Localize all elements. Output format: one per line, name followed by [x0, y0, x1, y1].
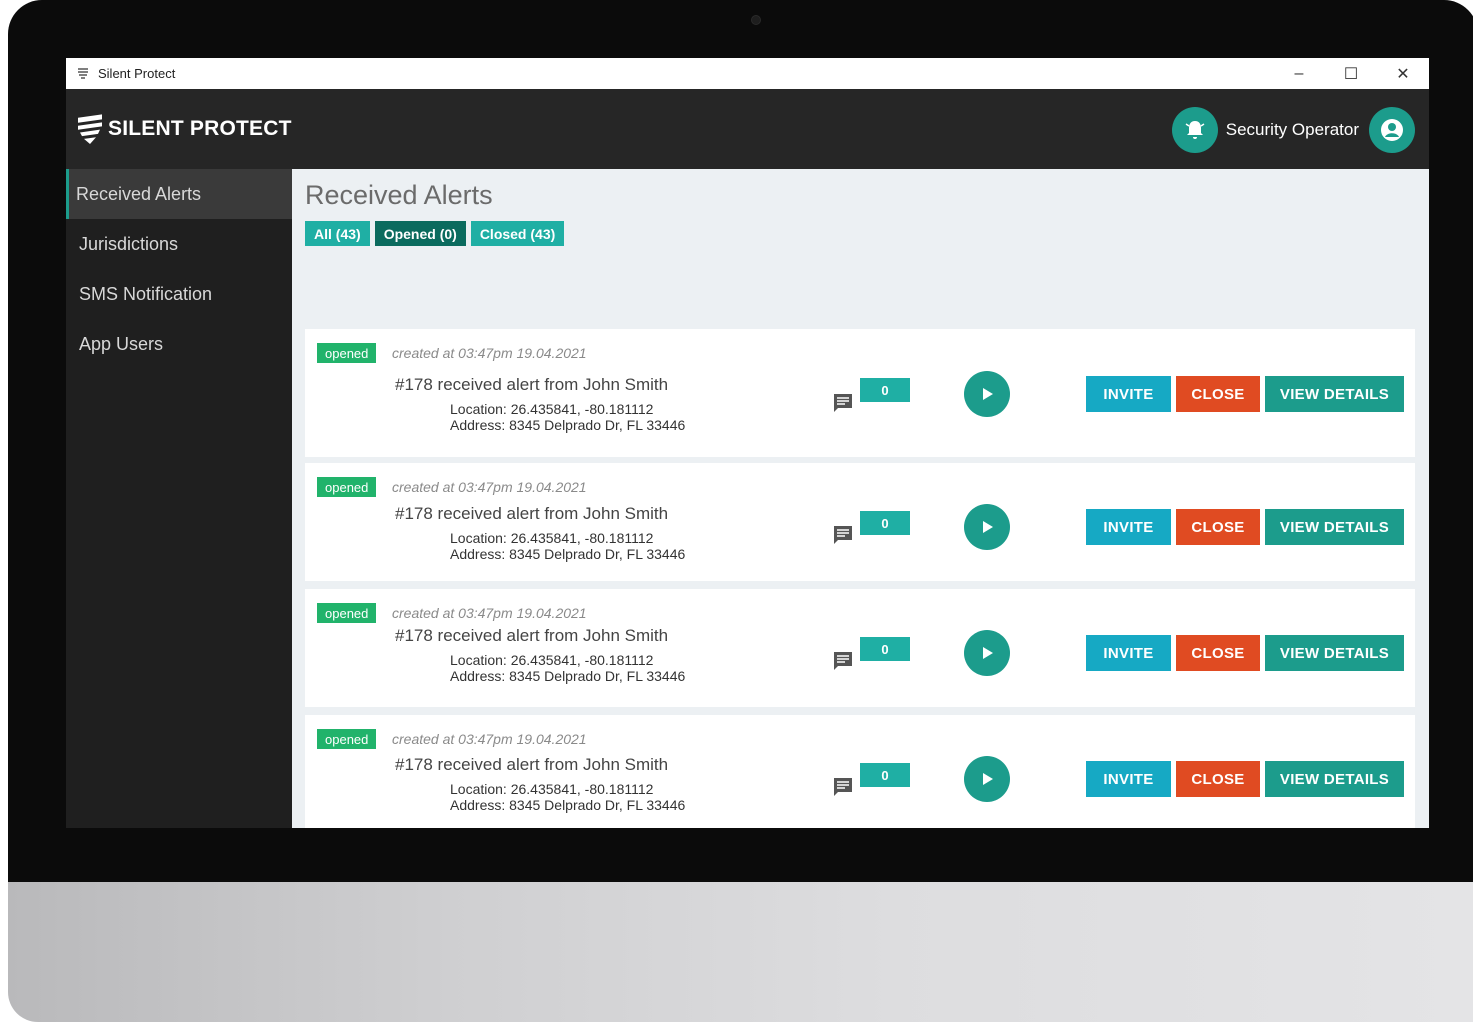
address-text: Address: 8345 Delprado Dr, FL 33446 [450, 797, 686, 813]
minimize-icon[interactable]: – [1273, 58, 1325, 89]
location-text: Location: 26.435841, -80.181112 [450, 401, 654, 417]
sidebar-item-app-users[interactable]: App Users [66, 319, 292, 369]
created-timestamp: created at 03:47pm 19.04.2021 [392, 731, 587, 747]
logo-text: SILENT PROTECT [108, 117, 292, 140]
shield-logo-icon [76, 112, 104, 146]
sidebar-item-sms-notification[interactable]: SMS Notification [66, 269, 292, 319]
alert-title: #178 received alert from John Smith [395, 626, 669, 645]
logo: SILENT PROTECT [76, 112, 292, 146]
alert-card: opened created at 03:47pm 19.04.2021 #17… [305, 715, 1415, 828]
alert-location: Location: 26.435841, -80.181112 Address:… [450, 401, 685, 433]
sidebar: Received Alerts Jurisdictions SMS Notifi… [66, 169, 292, 828]
alert-location: Location: 26.435841, -80.181112 Address:… [450, 781, 685, 813]
alert-title: #178 received alert from John Smith [395, 755, 669, 774]
alert-card: opened created at 03:47pm 19.04.2021 #17… [305, 329, 1415, 457]
location-text: Location: 26.435841, -80.181112 [450, 781, 654, 797]
window-titlebar: Silent Protect – ☐ ✕ [66, 58, 1429, 89]
status-badge: opened [317, 603, 377, 623]
message-icon[interactable] [831, 523, 855, 547]
app-header: SILENT PROTECT Security Operator [66, 89, 1429, 169]
alarm-bell-icon[interactable] [1171, 107, 1218, 153]
close-alert-button[interactable]: CLOSE [1176, 376, 1260, 412]
filter-all[interactable]: All (43) [305, 221, 370, 246]
invite-button[interactable]: INVITE [1086, 761, 1171, 797]
location-text: Location: 26.435841, -80.181112 [450, 530, 654, 546]
alert-actions: INVITE CLOSE VIEW DETAILS [1086, 509, 1404, 545]
view-details-button[interactable]: VIEW DETAILS [1265, 376, 1404, 412]
play-icon[interactable] [964, 756, 1010, 802]
filter-tabs: All (43) Opened (0) Closed (43) [305, 221, 565, 246]
created-timestamp: created at 03:47pm 19.04.2021 [392, 479, 587, 495]
page-title: Received Alerts [305, 180, 493, 210]
user-name[interactable]: Security Operator [1226, 120, 1359, 140]
alert-actions: INVITE CLOSE VIEW DETAILS [1086, 761, 1404, 797]
alert-location: Location: 26.435841, -80.181112 Address:… [450, 530, 685, 562]
maximize-icon[interactable]: ☐ [1325, 58, 1377, 89]
alert-location: Location: 26.435841, -80.181112 Address:… [450, 652, 685, 684]
filter-closed[interactable]: Closed (43) [470, 221, 565, 246]
message-count[interactable]: 0 [860, 763, 910, 787]
view-details-button[interactable]: VIEW DETAILS [1265, 761, 1404, 797]
message-count[interactable]: 0 [860, 378, 910, 402]
message-icon[interactable] [831, 775, 855, 799]
main-content: Received Alerts All (43) Opened (0) Clos… [292, 169, 1429, 828]
alert-actions: INVITE CLOSE VIEW DETAILS [1086, 376, 1404, 412]
address-text: Address: 8345 Delprado Dr, FL 33446 [450, 417, 686, 433]
invite-button[interactable]: INVITE [1086, 509, 1171, 545]
window-title: Silent Protect [98, 66, 176, 81]
location-text: Location: 26.435841, -80.181112 [450, 652, 654, 668]
message-icon[interactable] [831, 391, 855, 415]
close-window-icon[interactable]: ✕ [1377, 58, 1429, 89]
filter-opened[interactable]: Opened (0) [374, 221, 466, 246]
close-alert-button[interactable]: CLOSE [1176, 635, 1260, 671]
play-icon[interactable] [964, 504, 1010, 550]
play-icon[interactable] [964, 371, 1010, 417]
alert-card: opened created at 03:47pm 19.04.2021 #17… [305, 589, 1415, 707]
alert-title: #178 received alert from John Smith [395, 504, 669, 523]
message-icon[interactable] [831, 649, 855, 673]
invite-button[interactable]: INVITE [1086, 635, 1171, 671]
account-icon[interactable] [1369, 107, 1415, 153]
shield-icon [76, 67, 90, 81]
header-user-area: Security Operator [1171, 107, 1415, 153]
address-text: Address: 8345 Delprado Dr, FL 33446 [450, 546, 686, 562]
view-details-button[interactable]: VIEW DETAILS [1265, 635, 1404, 671]
status-badge: opened [317, 343, 377, 363]
camera-dot [751, 15, 761, 25]
alert-card: opened created at 03:47pm 19.04.2021 #17… [305, 463, 1415, 581]
play-icon[interactable] [964, 630, 1010, 676]
close-alert-button[interactable]: CLOSE [1176, 761, 1260, 797]
sidebar-item-received-alerts[interactable]: Received Alerts [66, 169, 292, 219]
alert-title: #178 received alert from John Smith [395, 375, 669, 394]
message-count[interactable]: 0 [860, 511, 910, 535]
alert-actions: INVITE CLOSE VIEW DETAILS [1086, 635, 1404, 671]
monitor-chin [8, 882, 1473, 1022]
status-badge: opened [317, 477, 377, 497]
window-controls: – ☐ ✕ [1273, 58, 1429, 89]
status-badge: opened [317, 729, 377, 749]
sidebar-item-jurisdictions[interactable]: Jurisdictions [66, 219, 292, 269]
close-alert-button[interactable]: CLOSE [1176, 509, 1260, 545]
message-count[interactable]: 0 [860, 637, 910, 661]
invite-button[interactable]: INVITE [1086, 376, 1171, 412]
created-timestamp: created at 03:47pm 19.04.2021 [392, 605, 587, 621]
app-window: Silent Protect – ☐ ✕ SILENT PROTECT Secu… [66, 58, 1429, 828]
view-details-button[interactable]: VIEW DETAILS [1265, 509, 1404, 545]
created-timestamp: created at 03:47pm 19.04.2021 [392, 345, 587, 361]
address-text: Address: 8345 Delprado Dr, FL 33446 [450, 668, 686, 684]
